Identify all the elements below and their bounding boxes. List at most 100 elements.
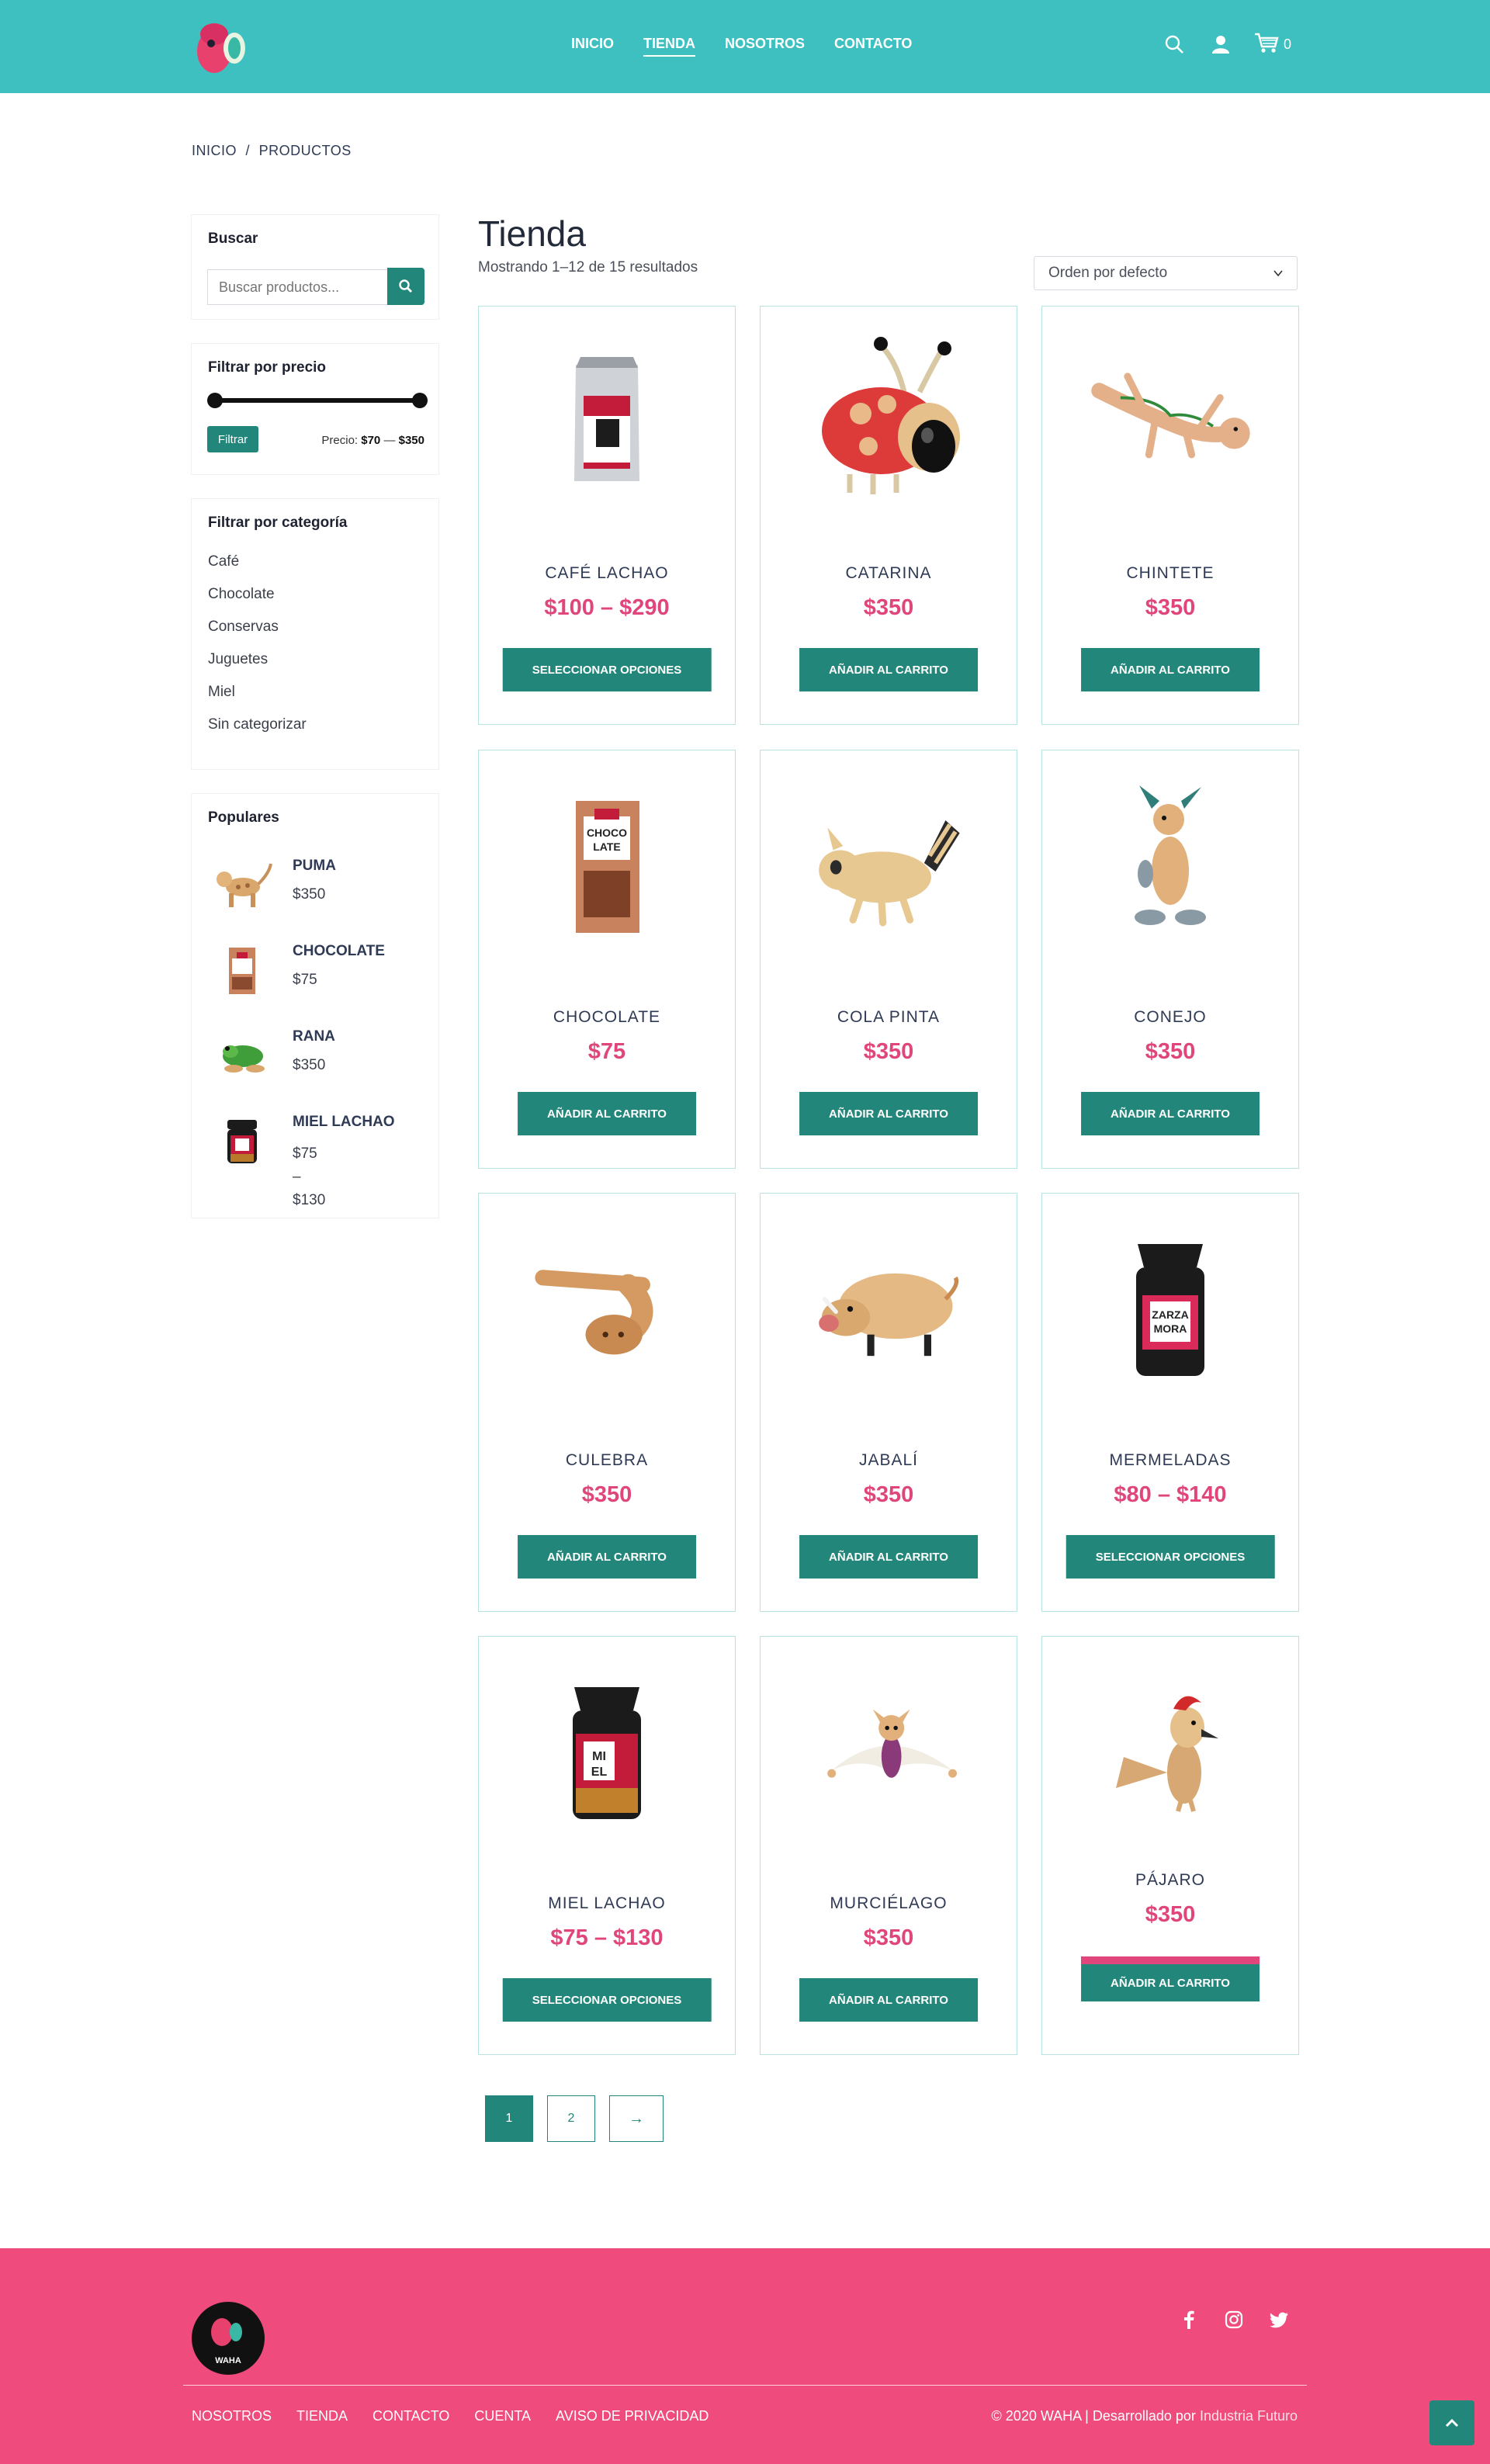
product-card[interactable]: ZARZA MORA MERMELADAS $80 – $140 SELECCIO…: [1041, 1193, 1299, 1612]
order-select[interactable]: Orden por defecto: [1034, 256, 1298, 290]
footer-divider: [183, 2385, 1307, 2386]
price-slider-track[interactable]: [210, 398, 420, 403]
bat-toy-icon[interactable]: [803, 1660, 974, 1838]
footer-link-nosotros[interactable]: NOSOTROS: [192, 2408, 272, 2424]
popular-item-name[interactable]: RANA: [293, 1028, 335, 1045]
product-name[interactable]: CHOCOLATE: [479, 1008, 735, 1027]
twitter-icon[interactable]: [1270, 2310, 1288, 2329]
next-page-button[interactable]: →: [609, 2095, 664, 2142]
rabbit-toy-icon[interactable]: [1085, 774, 1256, 952]
breadcrumb-home[interactable]: INICIO: [192, 143, 237, 158]
raccoon-toy-icon[interactable]: [803, 774, 974, 952]
back-to-top-button[interactable]: [1429, 2400, 1474, 2445]
frog-toy-icon: [207, 1021, 277, 1090]
category-item-miel[interactable]: Miel: [208, 684, 307, 716]
product-name[interactable]: CULEBRA: [479, 1451, 735, 1470]
nav-link-inicio[interactable]: INICIO: [571, 36, 614, 57]
product-name[interactable]: PÁJARO: [1042, 1871, 1298, 1890]
site-footer: WAHA NOSOTROS TIENDA CONTACTO CUENTA AVI…: [0, 2248, 1490, 2464]
select-options-button[interactable]: SELECCIONAR OPCIONES: [502, 648, 712, 691]
user-icon[interactable]: [1208, 31, 1234, 57]
copyright: © 2020 WAHA | Desarrollado por Industria…: [992, 2408, 1298, 2424]
jam-jar-icon[interactable]: ZARZA MORA: [1085, 1217, 1256, 1395]
snake-toy-icon[interactable]: [522, 1217, 692, 1395]
footer-link-contacto[interactable]: CONTACTO: [372, 2408, 449, 2424]
product-name[interactable]: CATARINA: [761, 564, 1017, 583]
honey-jar-icon[interactable]: MI EL: [522, 1660, 692, 1838]
category-item-juguetes[interactable]: Juguetes: [208, 651, 307, 684]
product-card[interactable]: MURCIÉLAGO $350 AÑADIR AL CARRITO: [760, 1636, 1017, 2055]
product-name[interactable]: MIEL LACHAO: [479, 1894, 735, 1913]
page-2-button[interactable]: 2: [547, 2095, 595, 2142]
category-item-conservas[interactable]: Conservas: [208, 619, 307, 651]
product-card[interactable]: CULEBRA $350 AÑADIR AL CARRITO: [478, 1193, 736, 1612]
footer-logo-icon[interactable]: WAHA: [191, 2301, 265, 2376]
social-links: [1180, 2310, 1288, 2329]
add-to-cart-button[interactable]: AÑADIR AL CARRITO: [1081, 1092, 1260, 1135]
breadcrumb: INICIO / PRODUCTOS: [192, 143, 356, 159]
search-icon[interactable]: [1161, 31, 1187, 57]
popular-item[interactable]: MIEL LACHAO $75 – $130: [207, 1098, 432, 1208]
category-item-chocolate[interactable]: Chocolate: [208, 586, 307, 619]
page-1-button[interactable]: 1: [485, 2095, 533, 2142]
price-range-label: Precio: $70 — $350: [321, 434, 424, 447]
product-name[interactable]: CHINTETE: [1042, 564, 1298, 583]
product-name[interactable]: COLA PINTA: [761, 1008, 1017, 1027]
add-to-cart-button[interactable]: AÑADIR AL CARRITO: [518, 1535, 696, 1579]
instagram-icon[interactable]: [1225, 2310, 1243, 2329]
lizard-toy-icon[interactable]: [1085, 330, 1256, 508]
nav-link-tienda[interactable]: TIENDA: [643, 36, 696, 57]
product-name[interactable]: CONEJO: [1042, 1008, 1298, 1027]
bird-toy-icon[interactable]: [1085, 1652, 1256, 1831]
select-options-button[interactable]: SELECCIONAR OPCIONES: [1066, 1535, 1275, 1579]
add-to-cart-button[interactable]: AÑADIR AL CARRITO: [799, 1092, 978, 1135]
add-to-cart-button[interactable]: AÑADIR AL CARRITO: [799, 1978, 978, 2022]
product-card[interactable]: CATARINA $350 AÑADIR AL CARRITO: [760, 306, 1017, 725]
popular-item-name[interactable]: CHOCOLATE: [293, 943, 385, 960]
add-to-cart-button[interactable]: AÑADIR AL CARRITO: [799, 648, 978, 691]
product-card[interactable]: COLA PINTA $350 AÑADIR AL CARRITO: [760, 750, 1017, 1169]
nav-link-contacto[interactable]: CONTACTO: [834, 36, 912, 57]
filter-button[interactable]: Filtrar: [207, 426, 258, 452]
popular-item[interactable]: RANA $350: [207, 1013, 432, 1090]
price-slider-min-handle[interactable]: [207, 393, 223, 408]
product-name[interactable]: JABALÍ: [761, 1451, 1017, 1470]
product-card[interactable]: CAFÉ LACHAO $100 – $290 SELECCIONAR OPCI…: [478, 306, 736, 725]
popular-item-name[interactable]: PUMA: [293, 858, 336, 875]
add-to-cart-button[interactable]: AÑADIR AL CARRITO: [518, 1092, 696, 1135]
category-item-cafe[interactable]: Café: [208, 553, 307, 586]
add-to-cart-button[interactable]: AÑADIR AL CARRITO: [1081, 648, 1260, 691]
cart-button[interactable]: 0: [1254, 32, 1291, 57]
nav-link-nosotros[interactable]: NOSOTROS: [725, 36, 805, 57]
search-submit-button[interactable]: [387, 268, 424, 305]
product-card[interactable]: JABALÍ $350 AÑADIR AL CARRITO: [760, 1193, 1017, 1612]
facebook-icon[interactable]: [1180, 2310, 1198, 2329]
product-card[interactable]: PÁJARO $350 AÑADIR AL CARRITO: [1041, 1636, 1299, 2055]
brand-logo-icon[interactable]: [191, 17, 250, 76]
select-options-button[interactable]: SELECCIONAR OPCIONES: [502, 1978, 712, 2022]
product-name[interactable]: CAFÉ LACHAO: [479, 564, 735, 583]
category-item-sin-categorizar[interactable]: Sin categorizar: [208, 716, 307, 749]
chocolate-bag-icon[interactable]: CHOCO LATE: [522, 774, 692, 952]
product-card[interactable]: CONEJO $350 AÑADIR AL CARRITO: [1041, 750, 1299, 1169]
footer-link-tienda[interactable]: TIENDA: [296, 2408, 348, 2424]
popular-item[interactable]: PUMA $350: [207, 842, 432, 920]
svg-text:MI: MI: [592, 1750, 606, 1763]
boar-toy-icon[interactable]: [803, 1217, 974, 1395]
add-to-cart-button[interactable]: AÑADIR AL CARRITO: [1081, 1956, 1260, 2001]
search-input[interactable]: [207, 269, 387, 305]
coffee-bag-icon[interactable]: [522, 330, 692, 508]
product-card[interactable]: CHINTETE $350 AÑADIR AL CARRITO: [1041, 306, 1299, 725]
add-to-cart-button[interactable]: AÑADIR AL CARRITO: [799, 1535, 978, 1579]
product-card[interactable]: CHOCO LATE CHOCOLATE $75 AÑADIR AL CARRIT…: [478, 750, 736, 1169]
product-name[interactable]: MERMELADAS: [1042, 1451, 1298, 1470]
popular-item-name[interactable]: MIEL LACHAO: [293, 1114, 395, 1131]
ladybug-toy-icon[interactable]: [803, 330, 974, 508]
developer-credit-link[interactable]: Industria Futuro: [1200, 2408, 1298, 2424]
product-name[interactable]: MURCIÉLAGO: [761, 1894, 1017, 1913]
footer-link-aviso-privacidad[interactable]: AVISO DE PRIVACIDAD: [556, 2408, 709, 2424]
product-card[interactable]: MI EL MIEL LACHAO $75 – $130 SELECCIONAR …: [478, 1636, 736, 2055]
popular-item[interactable]: CHOCOLATE $75: [207, 927, 432, 1005]
footer-link-cuenta[interactable]: CUENTA: [474, 2408, 531, 2424]
price-slider-max-handle[interactable]: [412, 393, 428, 408]
